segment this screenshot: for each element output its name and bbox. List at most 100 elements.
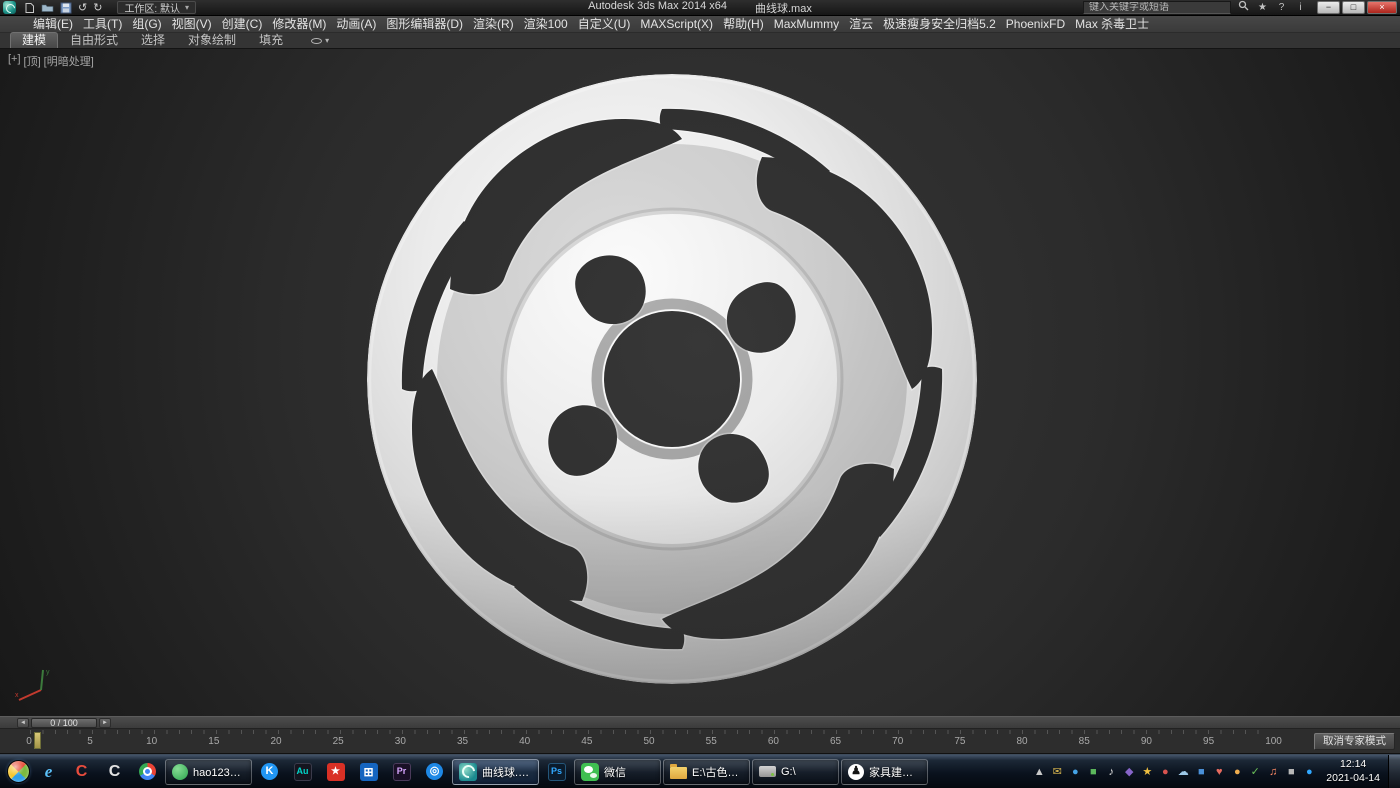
viewport-menu-shading[interactable]: [明暗处理] xyxy=(44,53,94,69)
taskbar-audition[interactable]: Au xyxy=(287,759,318,785)
save-button[interactable] xyxy=(60,1,72,15)
menu-item[interactable]: 自定义(U) xyxy=(573,16,636,33)
ribbon-tab-modeling[interactable]: 建模 xyxy=(10,32,58,48)
minimize-button[interactable]: − xyxy=(1317,1,1340,14)
tray-icon[interactable]: ◆ xyxy=(1122,765,1136,779)
tray-icon[interactable]: ♫ xyxy=(1266,765,1280,779)
tray-icon[interactable]: ✉ xyxy=(1050,765,1064,779)
frame-tick-label: 10 xyxy=(146,736,157,747)
menu-item[interactable]: 工具(T) xyxy=(78,16,127,33)
ribbon-tab-selection[interactable]: 选择 xyxy=(130,33,176,48)
taskbar-drive-window[interactable]: G:\ xyxy=(752,759,839,785)
show-desktop-button[interactable] xyxy=(1388,755,1400,788)
taskbar-red-app[interactable]: ★ xyxy=(320,759,351,785)
menu-item[interactable]: 动画(A) xyxy=(331,16,381,33)
track-bar[interactable]: 0510152025303540455055606570758085909510… xyxy=(0,729,1400,754)
close-button[interactable]: × xyxy=(1367,1,1397,14)
info-icon[interactable]: i xyxy=(1294,1,1307,15)
svg-text:y: y xyxy=(46,669,50,676)
cancel-expert-mode-button[interactable]: 取消专家模式 xyxy=(1314,733,1395,750)
menu-item[interactable]: Max 杀毒卫士 xyxy=(1070,16,1154,33)
taskbar-ie[interactable]: e xyxy=(33,759,64,785)
menu-item[interactable]: 创建(C) xyxy=(217,16,268,33)
frame-tick-label: 65 xyxy=(830,736,841,747)
menu-item[interactable]: 图形编辑器(D) xyxy=(381,16,468,33)
tray-icon[interactable]: ● xyxy=(1158,765,1172,779)
favorites-icon[interactable]: ★ xyxy=(1256,1,1269,15)
maximize-button[interactable]: □ xyxy=(1342,1,1365,14)
menu-item[interactable]: 渲云 xyxy=(844,16,878,33)
taskbar-qq-window[interactable]: ♟ 家具建模交... xyxy=(841,759,928,785)
search-input[interactable] xyxy=(1083,1,1231,14)
start-button[interactable] xyxy=(7,760,30,783)
taskbar-hao123-window[interactable]: hao123_上... xyxy=(165,759,252,785)
taskbar-k-app[interactable]: K xyxy=(254,759,285,785)
tray-icon[interactable]: ■ xyxy=(1284,765,1298,779)
menu-item[interactable]: 修改器(M) xyxy=(267,16,331,33)
taskbar-clock[interactable]: 12:14 2021-04-14 xyxy=(1321,758,1388,785)
time-slider-handle[interactable]: 0 / 100 xyxy=(31,718,97,728)
menu-item[interactable]: 渲染100 xyxy=(519,16,573,33)
menu-item[interactable]: PhoenixFD xyxy=(1001,16,1070,33)
tray-icon[interactable]: ★ xyxy=(1140,765,1154,779)
taskbar-3dsmax-window[interactable]: 曲线球.ma... xyxy=(452,759,539,785)
tray-icon[interactable]: ● xyxy=(1302,765,1316,779)
tray-icon[interactable]: ● xyxy=(1068,765,1082,779)
new-file-button[interactable] xyxy=(24,1,35,15)
ribbon-tab-freeform[interactable]: 自由形式 xyxy=(59,33,129,48)
taskbar-photoshop[interactable]: Ps xyxy=(541,759,572,785)
app-icon: Au xyxy=(294,763,312,781)
model-3d-swirl-sphere[interactable] xyxy=(352,59,992,699)
tray-icon[interactable]: ▲ xyxy=(1032,765,1046,779)
ribbon-tabs: 建模 自由形式 选择 对象绘制 填充 xyxy=(10,32,295,48)
menu-item[interactable]: 帮助(H) xyxy=(718,16,769,33)
ribbon-tab-label: 选择 xyxy=(141,33,165,47)
3dsmax-logo-icon[interactable] xyxy=(3,1,16,14)
taskbar-folder-window[interactable]: E:\古色高级... xyxy=(663,759,750,785)
tray-icon[interactable]: ● xyxy=(1230,765,1244,779)
tray-icon[interactable]: ✓ xyxy=(1248,765,1262,779)
titlebar-right: ★ ? i − □ × xyxy=(1083,0,1397,16)
app-title: Autodesk 3ds Max 2014 x64 xyxy=(588,0,727,16)
menu-item[interactable]: 编辑(E) xyxy=(28,16,78,33)
open-file-button[interactable] xyxy=(41,1,54,15)
help-icon[interactable]: ? xyxy=(1275,1,1288,15)
tray-icon[interactable]: ☁ xyxy=(1176,765,1190,779)
menu-item[interactable]: MAXScript(X) xyxy=(635,16,718,33)
ribbon-minimize-toggle[interactable]: ▾ xyxy=(311,37,329,48)
tray-icon[interactable]: ♥ xyxy=(1212,765,1226,779)
workspace-dropdown[interactable]: 工作区: 默认 ▾ xyxy=(117,1,196,14)
previous-frame-button[interactable]: ◄ xyxy=(17,718,29,728)
taskbar-blue-tiles-app[interactable]: ⊞ xyxy=(353,759,384,785)
undo-button[interactable]: ↺ xyxy=(78,1,87,15)
tray-icon[interactable]: ♪ xyxy=(1104,765,1118,779)
taskbar-wechat-window[interactable]: 微信 xyxy=(574,759,661,785)
tray-icon[interactable]: ■ xyxy=(1194,765,1208,779)
redo-button[interactable]: ↻ xyxy=(93,1,102,15)
ribbon-tab-populate[interactable]: 填充 xyxy=(248,33,294,48)
taskbar-premiere[interactable]: Pr xyxy=(386,759,417,785)
menu-item[interactable]: 极速瘦身安全归档5.2 xyxy=(878,16,1001,33)
menu-item[interactable]: MaxMummy xyxy=(769,16,844,33)
taskbar-items: e C C hao123_上... K Au ★ ⊞ Pr ◎ 曲线球.ma..… xyxy=(33,755,928,788)
ribbon-tab-object-paint[interactable]: 对象绘制 xyxy=(177,33,247,48)
menu-item[interactable]: 视图(V) xyxy=(167,16,217,33)
menu-item[interactable]: 渲染(R) xyxy=(468,16,519,33)
app-icon: ⊞ xyxy=(360,763,378,781)
frame-tick-label: 60 xyxy=(768,736,779,747)
search-icon[interactable] xyxy=(1237,0,1250,16)
viewport-menu-general[interactable]: [+] xyxy=(8,53,21,69)
time-slider-track[interactable]: ◄ 0 / 100 ► xyxy=(0,716,1400,729)
taskbar-chrome[interactable] xyxy=(132,759,163,785)
menubar: 编辑(E)工具(T)组(G)视图(V)创建(C)修改器(M)动画(A)图形编辑器… xyxy=(0,16,1400,33)
app-icon: K xyxy=(261,763,278,780)
menu-item[interactable]: 组(G) xyxy=(127,16,166,33)
tray-icon[interactable]: ■ xyxy=(1086,765,1100,779)
app-icon: e xyxy=(40,763,58,781)
viewport-menu-pov[interactable]: [顶] xyxy=(24,53,41,69)
taskbar-blue-circle-app[interactable]: ◎ xyxy=(419,759,450,785)
taskbar-red-c-app[interactable]: C xyxy=(66,759,97,785)
taskbar-gray-c-app[interactable]: C xyxy=(99,759,130,785)
next-frame-button[interactable]: ► xyxy=(99,718,111,728)
viewport[interactable]: [+] [顶] [明暗处理] xyxy=(0,49,1400,716)
